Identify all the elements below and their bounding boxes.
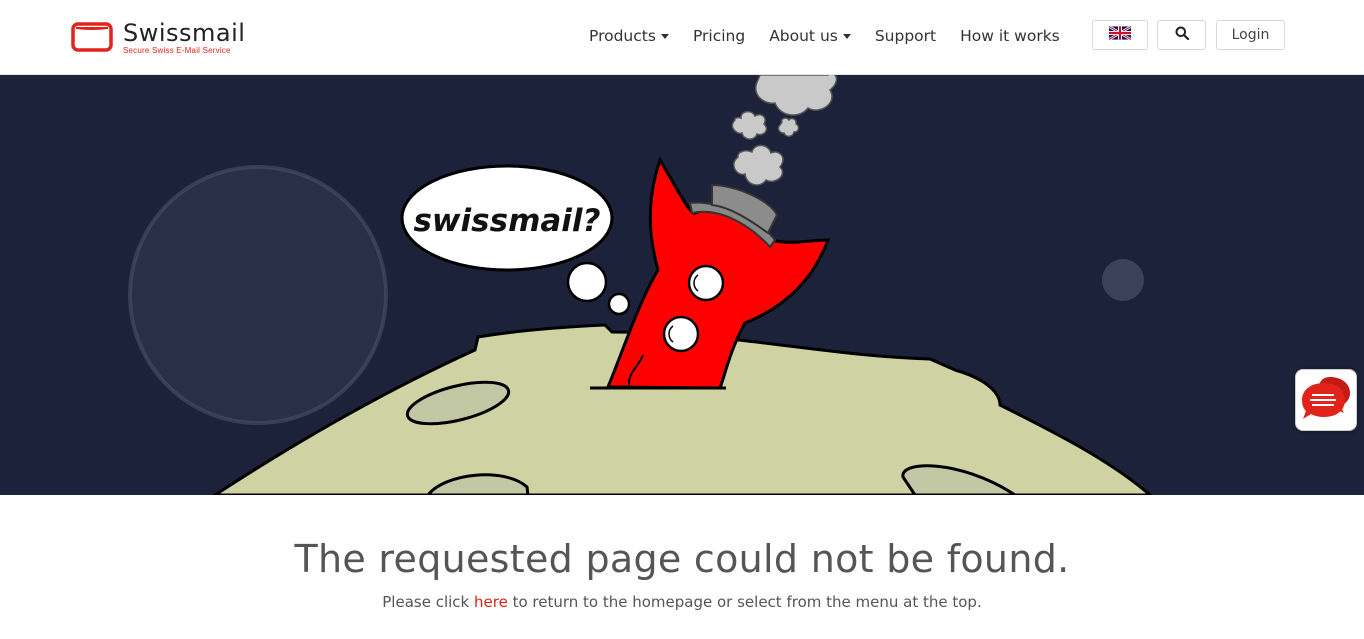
site-header: Swissmail Secure Swiss E-Mail Service Pr… <box>0 0 1364 75</box>
logo-mark-icon <box>71 21 113 53</box>
caret-down-icon <box>842 33 851 39</box>
search-icon <box>1175 26 1189 45</box>
subtitle-text-after: to return to the homepage or select from… <box>507 593 982 611</box>
nav-item-how-it-works-label: How it works <box>960 27 1060 45</box>
chat-widget-button[interactable] <box>1295 369 1357 431</box>
logo-tagline: Secure Swiss E-Mail Service <box>123 45 231 55</box>
smoke-clouds <box>731 75 838 186</box>
nav-item-about-us-label: About us <box>769 27 838 45</box>
language-button[interactable] <box>1092 20 1148 50</box>
nav-item-about-us[interactable]: About us <box>769 27 851 45</box>
nav-item-how-it-works[interactable]: How it works <box>960 27 1060 45</box>
logo-text: Swissmail Secure Swiss E-Mail Service <box>123 20 245 55</box>
not-found-content: The requested page could not be found. P… <box>0 495 1364 639</box>
hero-illustration: swissmail? <box>0 75 1364 495</box>
search-button[interactable] <box>1157 20 1206 50</box>
nav-item-support[interactable]: Support <box>875 27 936 45</box>
page-subtitle: Please click here to return to the homep… <box>0 593 1364 611</box>
nav-item-pricing-label: Pricing <box>692 27 746 45</box>
distant-planet-small <box>1102 259 1144 301</box>
nav-item-products-label: Products <box>589 27 656 45</box>
caret-down-icon <box>660 33 669 39</box>
chat-bubble-icon <box>1300 373 1352 428</box>
page-title: The requested page could not be found. <box>294 537 1070 581</box>
thought-bubble-text: swissmail? <box>413 203 600 239</box>
logo-name: Swissmail <box>123 18 246 47</box>
homepage-link[interactable]: here <box>474 593 508 611</box>
moon-scene-illustration: swissmail? <box>128 75 1153 495</box>
swissmail-logo[interactable]: Swissmail Secure Swiss E-Mail Service <box>71 19 245 55</box>
main-nav: Products Pricing About us Support How it… <box>577 0 1072 72</box>
login-button[interactable]: Login <box>1216 20 1285 50</box>
uk-flag-icon <box>1108 24 1132 45</box>
nav-item-support-label: Support <box>874 27 937 45</box>
subtitle-text-before: Please click <box>382 593 474 611</box>
nav-item-pricing[interactable]: Pricing <box>693 27 745 45</box>
nav-item-products[interactable]: Products <box>589 27 669 45</box>
